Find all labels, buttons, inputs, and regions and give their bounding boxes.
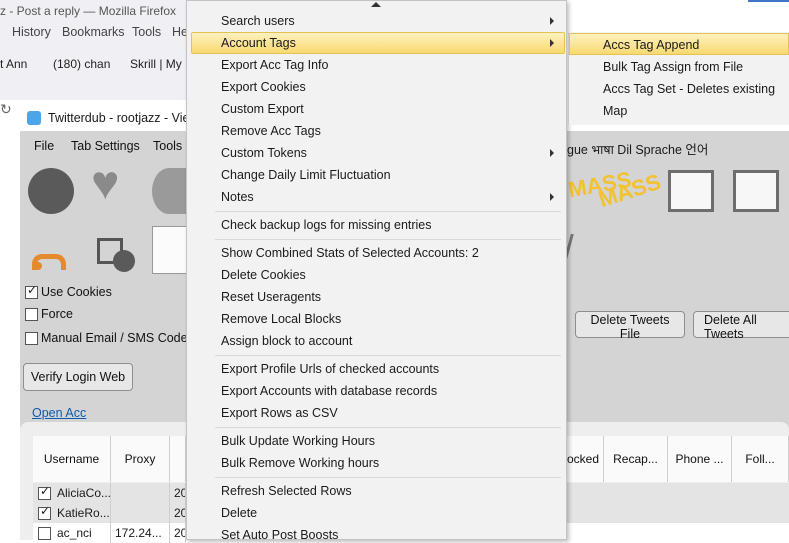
submenu-arrow-icon — [550, 39, 554, 47]
row-checkbox[interactable]: ✓ — [38, 484, 51, 500]
bookmark-item[interactable]: (180) chan — [53, 57, 110, 71]
rss-icon[interactable] — [28, 228, 74, 274]
bookmark-item[interactable]: t Ann — [0, 57, 27, 71]
column-header-locked[interactable]: ocked — [567, 436, 604, 482]
menu-file[interactable]: File — [34, 139, 54, 153]
date-cell: 20 — [170, 503, 186, 523]
menu-separator — [215, 427, 561, 428]
use-cookies-checkbox[interactable]: ✓ — [25, 283, 38, 299]
menu-item-show-combined-stats[interactable]: Show Combined Stats of Selected Accounts… — [221, 246, 479, 260]
browser-menu-tools[interactable]: Tools — [132, 25, 161, 39]
use-cookies-label: Use Cookies — [41, 285, 112, 299]
twitter-bird-icon — [27, 111, 41, 125]
submenu-item-accs-tag-append[interactable]: Accs Tag Append — [603, 38, 699, 52]
accent-bar — [748, 0, 789, 2]
menu-separator — [215, 211, 561, 212]
submenu-arrow-icon — [550, 193, 554, 201]
submenu-arrow-icon — [550, 17, 554, 25]
menu-item-reset-useragents[interactable]: Reset Useragents — [221, 290, 321, 304]
open-acc-link[interactable]: Open Acc — [32, 406, 86, 420]
submenu-item-accs-tag-set[interactable]: Accs Tag Set - Deletes existing — [603, 82, 775, 96]
user-list-icon[interactable] — [93, 228, 139, 274]
username-cell: KatieRo... — [53, 503, 111, 523]
menu-item-refresh-rows[interactable]: Refresh Selected Rows — [221, 484, 352, 498]
menu-item-export-rows-csv[interactable]: Export Rows as CSV — [221, 406, 338, 420]
retweet-icon[interactable] — [152, 168, 186, 214]
date-cell: 20 — [170, 483, 186, 503]
menu-item-bulk-remove-hours[interactable]: Bulk Remove Working hours — [221, 456, 379, 470]
browser-window-title: z - Post a reply — Mozilla Firefox — [0, 4, 177, 18]
manual-email-label: Manual Email / SMS Code — [41, 331, 188, 345]
submenu-item-map[interactable]: Map — [603, 104, 627, 118]
envelope-icon[interactable] — [668, 170, 714, 212]
menu-item-delete-cookies[interactable]: Delete Cookies — [221, 268, 306, 282]
username-cell: ac_nci — [53, 523, 111, 543]
menu-item-export-cookies[interactable]: Export Cookies — [221, 80, 306, 94]
verify-login-web-button[interactable]: Verify Login Web — [23, 363, 133, 391]
column-header-followers[interactable]: Foll... — [732, 436, 789, 482]
bookmark-item[interactable]: Skrill | My — [130, 57, 182, 71]
add-user-icon[interactable] — [28, 168, 74, 214]
row-checkbox[interactable] — [38, 527, 51, 540]
date-cell: 20 — [170, 523, 186, 543]
menu-tools[interactable]: Tools — [153, 139, 182, 153]
menu-item-export-acc-tag-info[interactable]: Export Acc Tag Info — [221, 58, 328, 72]
submenu-arrow-icon — [550, 149, 554, 157]
browser-menu-history[interactable]: History — [12, 25, 51, 39]
proxy-cell — [111, 503, 170, 523]
menu-item-custom-tokens[interactable]: Custom Tokens — [221, 146, 307, 160]
heart-icon[interactable]: ♥ — [91, 160, 120, 208]
column-header-phone[interactable]: Phone ... — [668, 436, 732, 482]
column-header-recaptcha[interactable]: Recap... — [604, 436, 668, 482]
menu-item-assign-block[interactable]: Assign block to account — [221, 334, 352, 348]
force-label: Force — [41, 307, 73, 321]
menu-item-export-profile-urls[interactable]: Export Profile Urls of checked accounts — [221, 362, 439, 376]
app-title: Twitterdub - rootjazz - Vie — [48, 111, 190, 125]
menu-item-custom-export[interactable]: Custom Export — [221, 102, 304, 116]
scroll-up-arrow-icon[interactable] — [371, 2, 381, 7]
menu-item-bulk-update-hours[interactable]: Bulk Update Working Hours — [221, 434, 375, 448]
document-icon[interactable] — [152, 226, 188, 274]
force-checkbox[interactable] — [25, 308, 38, 321]
column-header-proxy[interactable]: Proxy — [111, 436, 170, 482]
column-header-username[interactable]: Username — [33, 436, 111, 482]
browser-menu-bookmarks[interactable]: Bookmarks — [62, 25, 125, 39]
menu-item-search-users[interactable]: Search users — [221, 14, 295, 28]
proxy-cell — [111, 483, 170, 503]
username-cell: AliciaCo... — [53, 483, 111, 503]
row-checkbox[interactable]: ✓ — [38, 504, 51, 520]
reload-icon[interactable]: ↻ — [0, 101, 12, 118]
proxy-cell: 172.24... — [111, 523, 170, 543]
menu-separator — [215, 355, 561, 356]
menu-item-delete[interactable]: Delete — [221, 506, 257, 520]
menu-item-account-tags[interactable]: Account Tags — [221, 36, 296, 50]
menu-item-check-backup-logs[interactable]: Check backup logs for missing entries — [221, 218, 432, 232]
menu-item-notes[interactable]: Notes — [221, 190, 254, 204]
menu-item-remove-acc-tags[interactable]: Remove Acc Tags — [221, 124, 321, 138]
menu-item-export-accounts-db[interactable]: Export Accounts with database records — [221, 384, 437, 398]
menu-separator — [215, 239, 561, 240]
menu-item-remove-local-blocks[interactable]: Remove Local Blocks — [221, 312, 341, 326]
delete-tweets-file-button[interactable]: Delete Tweets File — [575, 311, 685, 341]
envelope-download-icon[interactable] — [733, 170, 779, 212]
menu-separator — [215, 477, 561, 478]
menu-tab-settings[interactable]: Tab Settings — [71, 139, 140, 153]
delete-all-tweets-button[interactable]: Delete All Tweets — [693, 311, 789, 341]
manual-email-checkbox[interactable] — [25, 332, 38, 345]
submenu-item-bulk-tag-assign[interactable]: Bulk Tag Assign from File — [603, 60, 743, 74]
menu-item-change-daily-limit[interactable]: Change Daily Limit Fluctuation — [221, 168, 391, 182]
language-selector[interactable]: gue भाषा Dil Sprache 언어 — [567, 139, 708, 158]
column-header[interactable] — [170, 436, 186, 482]
